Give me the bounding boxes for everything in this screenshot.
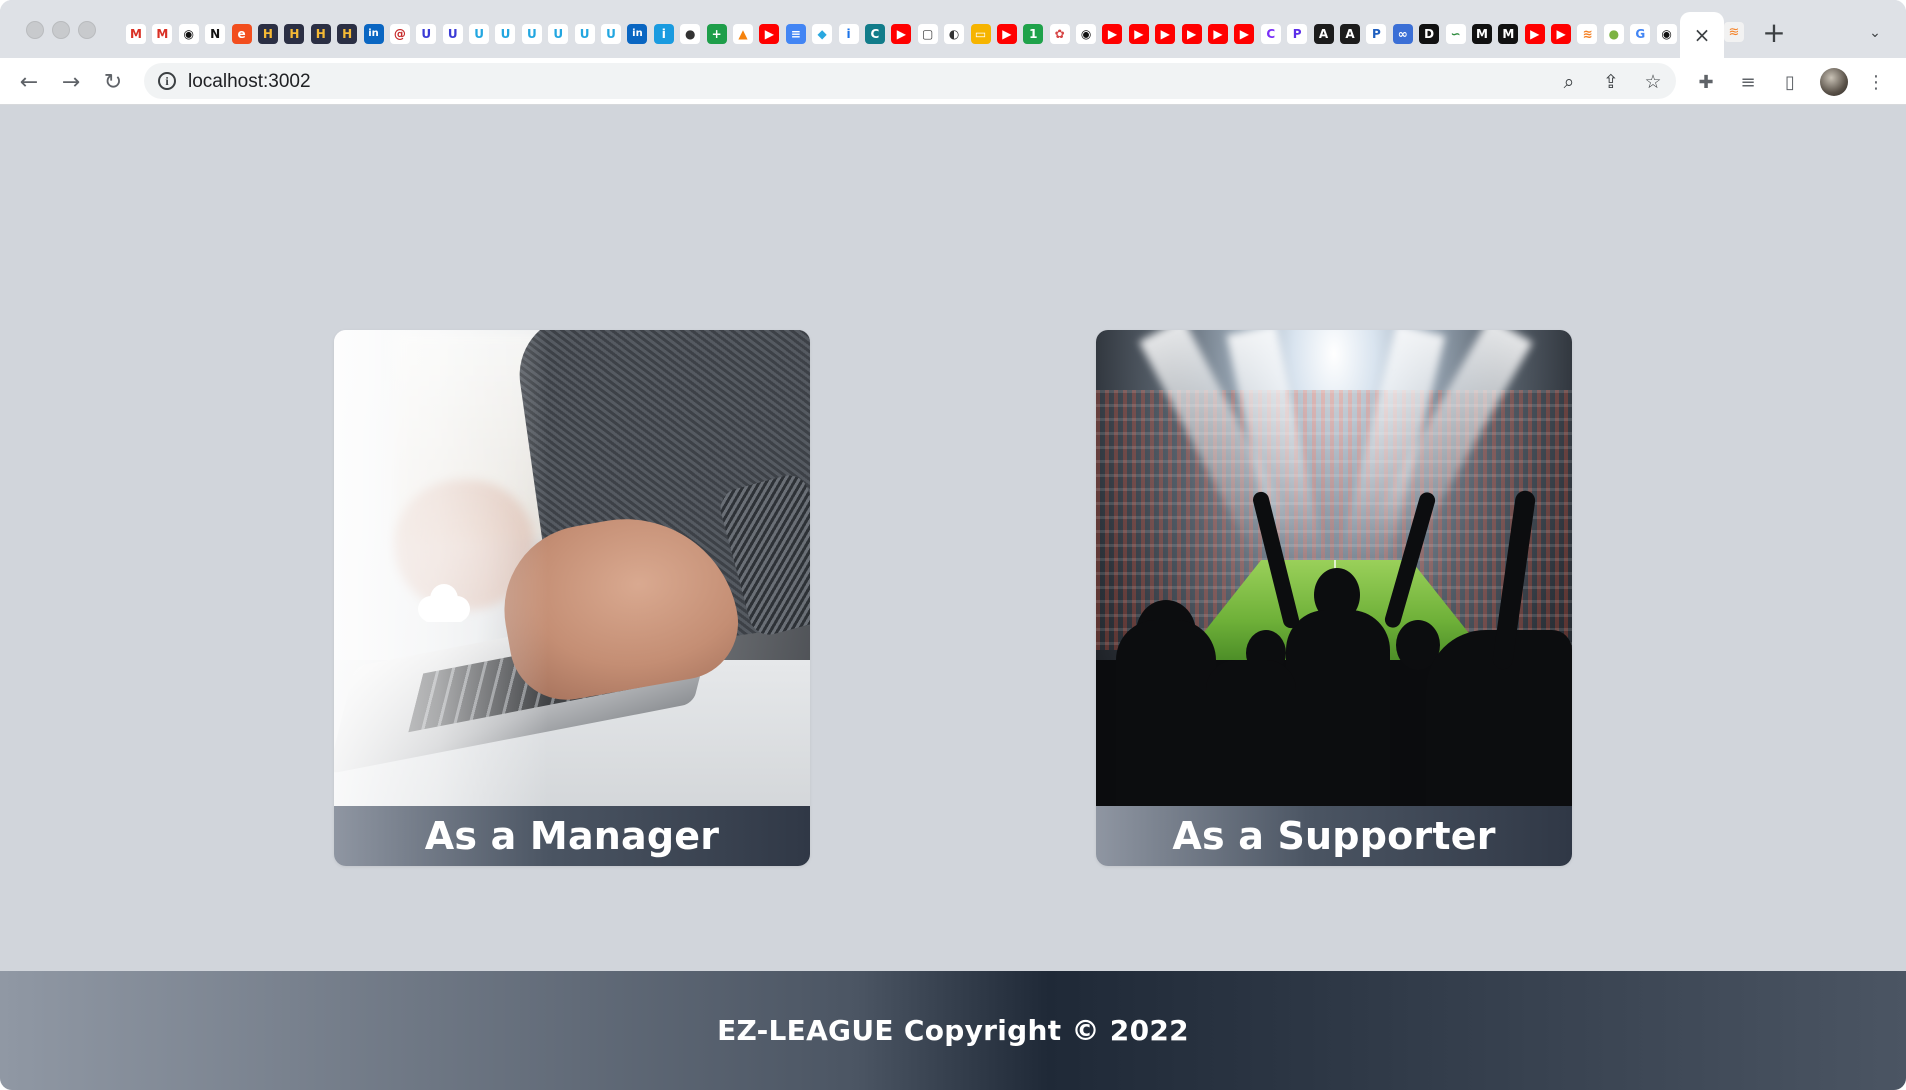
canva-icon[interactable]: C: [1260, 24, 1281, 44]
udemy-icon[interactable]: U: [416, 24, 437, 44]
flag-site-icon[interactable]: P: [1287, 24, 1308, 44]
stackoverflow-icon[interactable]: ≋: [1577, 24, 1598, 44]
bookmark-star-icon[interactable]: ☆: [1640, 69, 1666, 95]
extensions-icon[interactable]: ✚: [1692, 68, 1720, 96]
youtube-icon[interactable]: ▶: [1234, 24, 1255, 44]
site-icon[interactable]: @: [389, 24, 410, 44]
supporter-card[interactable]: As a Supporter: [1096, 330, 1572, 866]
supporter-image: [1096, 330, 1572, 806]
udemy-icon[interactable]: U: [495, 24, 516, 44]
youtube-icon[interactable]: ▶: [996, 24, 1017, 44]
medium-icon[interactable]: M: [1498, 24, 1519, 44]
youtube-icon[interactable]: ▶: [1155, 24, 1176, 44]
new-tab-button[interactable]: +: [1760, 16, 1788, 49]
tab-search-icon[interactable]: ⌄: [1864, 22, 1886, 44]
forward-button[interactable]: →: [56, 67, 86, 97]
stackoverflow-tab-icon[interactable]: ≋: [1724, 22, 1744, 42]
plus-site-icon[interactable]: +: [706, 24, 727, 44]
hackerrank-icon[interactable]: H: [310, 24, 331, 44]
share-icon[interactable]: ⇪: [1598, 69, 1624, 95]
hackerrank-icon[interactable]: H: [337, 24, 358, 44]
youtube-icon[interactable]: ▶: [759, 24, 780, 44]
zoom-icon[interactable]: ⌕: [1556, 69, 1582, 95]
openai-icon[interactable]: ✿: [1049, 24, 1070, 44]
copyright-text: EZ-LEAGUE Copyright © 2022: [717, 1014, 1189, 1047]
dev-icon[interactable]: D: [1419, 24, 1440, 44]
browser-window: M M ◉ Ne H H H Hin @ U U U U U U U Uin i ● + ▲ ▶ ≡ ◆ ⅰ C ▶ ▢ ◐ ▭ ▶ 1 ✿ ◉ ▶…: [0, 0, 1906, 1090]
hackerrank-icon[interactable]: H: [257, 24, 278, 44]
manager-image: [334, 330, 810, 806]
minimize-window-icon[interactable]: [52, 21, 70, 39]
square-site-icon[interactable]: ▢: [917, 24, 938, 44]
pinned-tabs: M M ◉ Ne H H H Hin @ U U U U U U U Uin i ● + ▲ ▶ ≡ ◆ ⅰ C ▶ ▢ ◐ ▭ ▶ 1 ✿ ◉ ▶…: [126, 22, 1683, 46]
notion-icon[interactable]: N: [205, 24, 226, 44]
cloud-icon: [410, 580, 470, 622]
udemy-icon[interactable]: U: [469, 24, 490, 44]
tab-close-icon[interactable]: ×: [1694, 23, 1711, 47]
youtube-icon[interactable]: ▶: [1128, 24, 1149, 44]
browser-toolbar: ← → ↻ i localhost:3002 ⌕ ⇪ ☆ ✚ ≡ ▯ ⋮: [0, 58, 1906, 105]
firebase-icon[interactable]: ▲: [732, 24, 753, 44]
link-site-icon[interactable]: ∽: [1445, 24, 1466, 44]
info-site-icon[interactable]: i: [653, 24, 674, 44]
active-tab[interactable]: ×: [1680, 12, 1724, 58]
leaf-icon[interactable]: ●: [1603, 24, 1624, 44]
medium-icon[interactable]: M: [1471, 24, 1492, 44]
url-text[interactable]: localhost:3002: [188, 71, 311, 93]
green-site-icon[interactable]: 1: [1023, 24, 1044, 44]
hackerrank-icon[interactable]: H: [284, 24, 305, 44]
a-site-icon[interactable]: A: [1313, 24, 1334, 44]
github-icon[interactable]: ◉: [1076, 24, 1097, 44]
linkedin-icon[interactable]: in: [363, 24, 384, 44]
slides-icon[interactable]: ◆: [812, 24, 833, 44]
udemy-icon[interactable]: U: [521, 24, 542, 44]
infinity-icon[interactable]: ∞: [1392, 24, 1413, 44]
udemy-icon[interactable]: U: [442, 24, 463, 44]
paypal-icon[interactable]: P: [1366, 24, 1387, 44]
youtube-icon[interactable]: ▶: [891, 24, 912, 44]
edge-icon[interactable]: e: [231, 24, 252, 44]
youtube-icon[interactable]: ▶: [1181, 24, 1202, 44]
site-info-icon[interactable]: i: [158, 72, 176, 90]
udemy-icon[interactable]: U: [601, 24, 622, 44]
google-icon[interactable]: G: [1630, 24, 1651, 44]
youtube-icon[interactable]: ▶: [1524, 24, 1545, 44]
github-icon[interactable]: ◉: [1656, 24, 1677, 44]
back-button[interactable]: ←: [14, 67, 44, 97]
gmail-icon[interactable]: M: [152, 24, 173, 44]
profile-avatar[interactable]: [1820, 68, 1848, 96]
youtube-icon[interactable]: ▶: [1551, 24, 1572, 44]
circle-site-icon[interactable]: ●: [680, 24, 701, 44]
close-window-icon[interactable]: [26, 21, 44, 39]
page-content: As a Manager As a Supporter: [0, 106, 1906, 971]
manager-card-label: As a Manager: [334, 806, 810, 866]
supporter-card-label: As a Supporter: [1096, 806, 1572, 866]
udemy-icon[interactable]: U: [548, 24, 569, 44]
reading-list-icon[interactable]: ≡: [1734, 68, 1762, 96]
a-site-icon[interactable]: A: [1339, 24, 1360, 44]
linkedin-icon[interactable]: in: [627, 24, 648, 44]
tab-strip: M M ◉ Ne H H H Hin @ U U U U U U U Uin i ● + ▲ ▶ ≡ ◆ ⅰ C ▶ ▢ ◐ ▭ ▶ 1 ✿ ◉ ▶…: [0, 0, 1906, 58]
footer: EZ-LEAGUE Copyright © 2022: [0, 971, 1906, 1090]
slides-icon[interactable]: ▭: [970, 24, 991, 44]
browser-menu-icon[interactable]: ⋮: [1862, 68, 1890, 96]
youtube-icon[interactable]: ▶: [1208, 24, 1229, 44]
docs-icon[interactable]: ≡: [785, 24, 806, 44]
globe-icon[interactable]: ◐: [944, 24, 965, 44]
codecademy-icon[interactable]: C: [864, 24, 885, 44]
reload-button[interactable]: ↻: [98, 67, 128, 97]
maximize-window-icon[interactable]: [78, 21, 96, 39]
address-bar[interactable]: i localhost:3002 ⌕ ⇪ ☆: [144, 63, 1676, 99]
udemy-icon[interactable]: U: [574, 24, 595, 44]
youtube-icon[interactable]: ▶: [1102, 24, 1123, 44]
info-site-icon[interactable]: ⅰ: [838, 24, 859, 44]
side-panel-icon[interactable]: ▯: [1776, 68, 1804, 96]
manager-card[interactable]: As a Manager: [334, 330, 810, 866]
gmail-icon[interactable]: M: [126, 24, 146, 44]
github-icon[interactable]: ◉: [178, 24, 199, 44]
